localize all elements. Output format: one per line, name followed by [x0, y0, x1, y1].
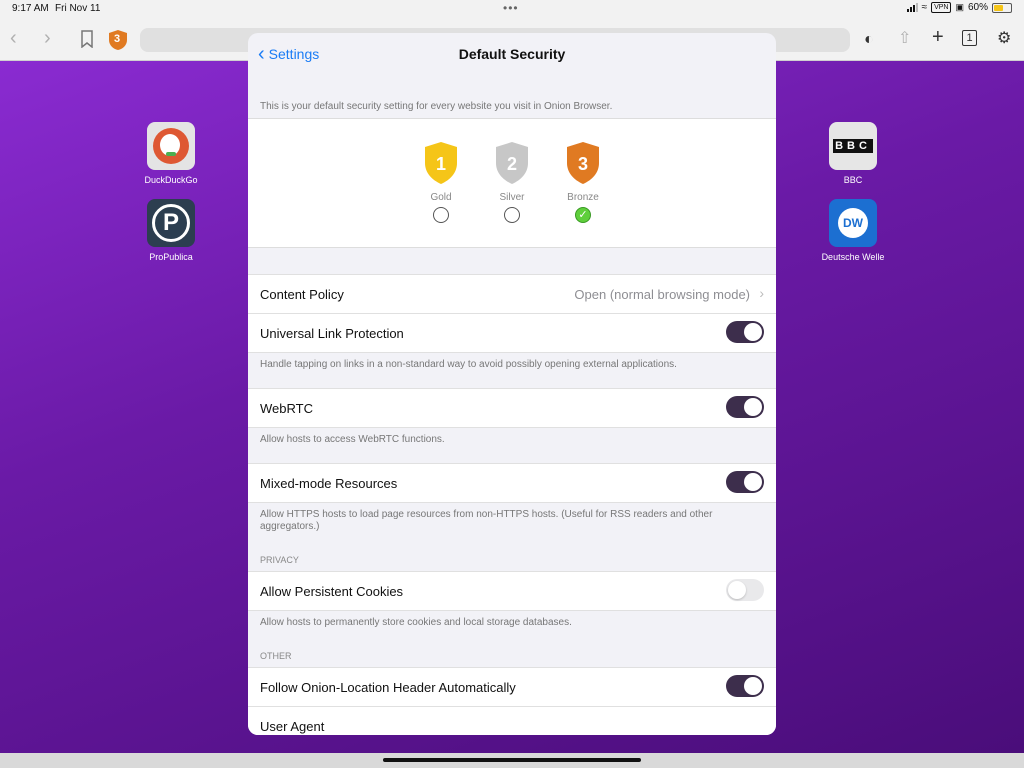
battery-percent: 60% — [967, 2, 988, 13]
lock-rotation-icon: ▣ — [955, 2, 964, 12]
share-icon[interactable]: ⇧ — [898, 29, 911, 49]
webrtc-toggle[interactable] — [726, 396, 764, 418]
row-label: Mixed-mode Resources — [260, 476, 398, 491]
tabs-icon[interactable]: 1 — [962, 30, 977, 46]
security-level-picker: 1 Gold 2 Silver 3 Bronze ✓ — [248, 118, 776, 248]
status-time: 9:17 AM — [12, 3, 49, 14]
persistent-cookies-row: Allow Persistent Cookies — [248, 571, 776, 611]
level-number: 1 — [436, 154, 446, 174]
bookmark-label: Deutsche Welle — [821, 252, 885, 262]
forward-icon[interactable]: › — [44, 28, 51, 48]
level-radio[interactable] — [504, 207, 520, 223]
intro-note: This is your default security setting fo… — [260, 101, 613, 112]
row-label: Follow Onion-Location Header Automatical… — [260, 680, 516, 695]
onion-location-row: Follow Onion-Location Header Automatical… — [248, 667, 776, 707]
privacy-section-header: PRIVACY — [260, 555, 299, 565]
home-indicator[interactable] — [383, 758, 641, 762]
level-name: Bronze — [567, 192, 599, 203]
deutsche-welle-icon: DW — [829, 199, 877, 247]
bronze-shield-icon: 3 — [567, 142, 599, 184]
bookmark-duckduckgo[interactable]: DuckDuckGo — [131, 122, 211, 185]
checkmark-icon: ✓ — [578, 209, 588, 221]
content-policy-row[interactable]: Content Policy Open (normal browsing mod… — [248, 274, 776, 314]
security-level-label: 3 — [114, 33, 121, 45]
page-title: Default Security — [458, 46, 566, 62]
universal-link-note: Handle tapping on links in a non-standar… — [260, 359, 677, 370]
silver-shield-icon: 2 — [496, 142, 528, 184]
status-date: Fri Nov 11 — [55, 3, 101, 14]
row-label: Content Policy — [260, 287, 344, 302]
mixed-mode-row: Mixed-mode Resources — [248, 463, 776, 503]
settings-gear-icon[interactable]: ⚙ — [997, 29, 1011, 49]
battery-icon — [992, 2, 1012, 13]
default-security-sheet: ‹ Settings Default Security This is your… — [248, 33, 776, 735]
vpn-badge: VPN — [931, 2, 952, 13]
content-policy-value: Open (normal browsing mode) — [574, 287, 750, 302]
user-agent-row[interactable]: User Agent — [248, 707, 776, 735]
gold-shield-icon: 1 — [425, 142, 457, 184]
universal-link-toggle[interactable] — [726, 321, 764, 343]
signal-icon — [906, 3, 918, 12]
tor-circuit-icon[interactable]: ◐ — [864, 30, 874, 50]
webrtc-note: Allow hosts to access WebRTC functions. — [260, 434, 445, 445]
level-number: 2 — [507, 154, 517, 174]
bookmark-deutsche-welle[interactable]: DW Deutsche Welle — [813, 199, 893, 262]
bbc-icon: BBC — [829, 122, 877, 170]
level-name: Gold — [430, 192, 452, 203]
onion-location-toggle[interactable] — [726, 675, 764, 697]
chevron-right-icon: › — [759, 285, 764, 301]
bookmark-propublica[interactable]: P ProPublica — [131, 199, 211, 262]
wifi-icon: ≈ — [921, 2, 928, 13]
level-gold[interactable]: 1 Gold — [421, 141, 461, 223]
duckduckgo-icon — [147, 122, 195, 170]
level-radio-checked[interactable]: ✓ — [575, 207, 591, 223]
mixed-mode-toggle[interactable] — [726, 471, 764, 493]
row-label: WebRTC — [260, 401, 313, 416]
bookmark-icon[interactable] — [80, 30, 94, 48]
level-radio[interactable] — [433, 207, 449, 223]
propublica-icon: P — [147, 199, 195, 247]
persistent-cookies-note: Allow hosts to permanently store cookies… — [260, 617, 572, 628]
bookmark-label: BBC — [843, 175, 863, 185]
nav-bar: ‹ Settings Default Security — [248, 33, 776, 75]
bookmark-label: DuckDuckGo — [144, 175, 198, 185]
back-icon[interactable]: ‹ — [10, 28, 17, 48]
universal-link-row: Universal Link Protection — [248, 314, 776, 353]
level-silver[interactable]: 2 Silver — [492, 141, 532, 223]
mixed-mode-note: Allow HTTPS hosts to load page resources… — [260, 509, 713, 532]
other-section-header: OTHER — [260, 651, 292, 661]
level-bronze[interactable]: 3 Bronze ✓ — [563, 141, 603, 223]
row-label: User Agent — [260, 719, 325, 734]
bookmark-label: ProPublica — [149, 252, 193, 262]
webrtc-row: WebRTC — [248, 388, 776, 428]
persistent-cookies-toggle[interactable] — [726, 579, 764, 601]
level-number: 3 — [578, 154, 588, 174]
level-name: Silver — [499, 192, 525, 203]
new-tab-icon[interactable]: + — [932, 27, 944, 47]
row-label: Universal Link Protection — [260, 326, 404, 341]
row-label: Allow Persistent Cookies — [260, 584, 404, 599]
status-indicators: ≈ VPN ▣ 60% — [906, 2, 1012, 13]
bookmark-bbc[interactable]: BBC BBC — [813, 122, 893, 185]
multitasking-dots-icon[interactable]: ••• — [503, 1, 519, 15]
status-bar: 9:17 AM Fri Nov 11 ••• ≈ VPN ▣ 60% — [0, 0, 1024, 18]
